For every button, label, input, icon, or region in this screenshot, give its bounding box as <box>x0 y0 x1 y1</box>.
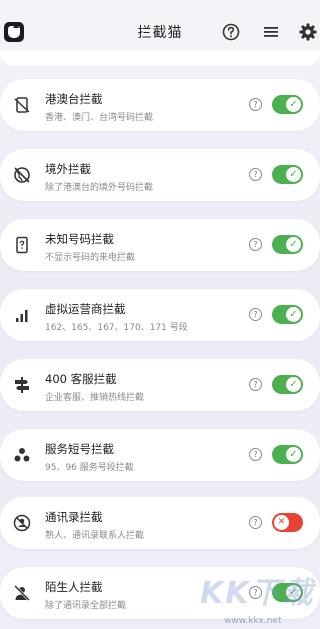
intercept-item-overseas: 境外拦截 除了港澳台的境外号码拦截 ? ✓ <box>0 149 320 201</box>
item-toggle[interactable]: ✓ <box>272 95 303 114</box>
item-description: 熟人、通讯录联系人拦截 <box>45 531 145 541</box>
watermark-url: www.kkx.net <box>224 616 282 626</box>
item-help-icon[interactable]: ? <box>249 516 262 529</box>
close-icon: ✕ <box>274 515 289 530</box>
intercept-item-contacts: 通讯录拦截 熟人、通讯录联系人拦截 ? ✕ <box>0 497 320 549</box>
check-icon: ✓ <box>286 237 301 252</box>
watermark-logo: KK下载 <box>200 576 315 611</box>
globe-off-icon <box>14 167 30 183</box>
check-icon: ✓ <box>286 447 301 462</box>
item-help-icon[interactable]: ? <box>249 308 262 321</box>
check-icon: ✓ <box>286 97 301 112</box>
item-help-icon[interactable]: ? <box>249 448 262 461</box>
check-icon: ✓ <box>286 377 301 392</box>
signpost-icon <box>15 377 29 393</box>
previous-card-edge <box>0 50 320 66</box>
gear-icon[interactable] <box>298 22 318 42</box>
list-icon[interactable] <box>261 22 281 42</box>
item-description: 除了通讯录全部拦截 <box>45 601 127 611</box>
intercept-item-virtual-operator: 虚拟运营商拦截 162、165、167、170、171 号段 ? ✓ <box>0 289 320 341</box>
item-name: 港澳台拦截 <box>45 92 103 106</box>
item-name: 未知号码拦截 <box>45 232 114 246</box>
check-icon: ✓ <box>286 167 301 182</box>
item-toggle[interactable]: ✓ <box>272 375 303 394</box>
item-description: 95、96 服务号段拦截 <box>45 463 134 473</box>
person-off-icon <box>14 585 30 601</box>
item-description: 162、165、167、170、171 号段 <box>45 323 188 333</box>
dots-cluster-icon <box>14 448 30 462</box>
phone-slash-icon <box>14 97 30 113</box>
check-icon: ✓ <box>286 307 301 322</box>
intercept-item-short-service: 服务短号拦截 95、96 服务号段拦截 ? ✓ <box>0 429 320 481</box>
item-name: 虚拟运营商拦截 <box>45 302 126 316</box>
intercept-item-400-service: 400 客服拦截 企业客服、推销热线拦截 ? ✓ <box>0 359 320 411</box>
item-name: 400 客服拦截 <box>45 372 117 386</box>
unknown-phone-icon <box>16 236 28 254</box>
item-help-icon[interactable]: ? <box>249 378 262 391</box>
item-toggle[interactable]: ✓ <box>272 445 303 464</box>
item-help-icon[interactable]: ? <box>249 238 262 251</box>
item-description: 除了港澳台的境外号码拦截 <box>45 183 154 193</box>
help-icon[interactable] <box>221 22 241 42</box>
item-description: 香港、澳门、台湾号码拦截 <box>45 113 154 123</box>
item-description: 不显示号码的来电拦截 <box>45 253 136 263</box>
signal-bars-icon <box>16 310 28 322</box>
item-help-icon[interactable]: ? <box>249 168 262 181</box>
item-help-icon[interactable]: ? <box>249 98 262 111</box>
item-description: 企业客服、推销热线拦截 <box>45 393 145 403</box>
contacts-block-icon <box>13 514 31 532</box>
intercept-item-unknown-number: 未知号码拦截 不显示号码的来电拦截 ? ✓ <box>0 219 320 271</box>
item-toggle[interactable]: ✓ <box>272 305 303 324</box>
item-name: 陌生人拦截 <box>45 580 103 594</box>
item-name: 通讯录拦截 <box>45 510 103 524</box>
item-toggle[interactable]: ✕ <box>272 513 303 532</box>
item-toggle[interactable]: ✓ <box>272 165 303 184</box>
intercept-item-hk-mo-tw: 港澳台拦截 香港、澳门、台湾号码拦截 ? ✓ <box>0 79 320 131</box>
watermark: KK下载 www.kkx.net <box>200 568 320 629</box>
item-name: 服务短号拦截 <box>45 442 114 456</box>
item-name: 境外拦截 <box>45 162 91 176</box>
item-toggle[interactable]: ✓ <box>272 235 303 254</box>
